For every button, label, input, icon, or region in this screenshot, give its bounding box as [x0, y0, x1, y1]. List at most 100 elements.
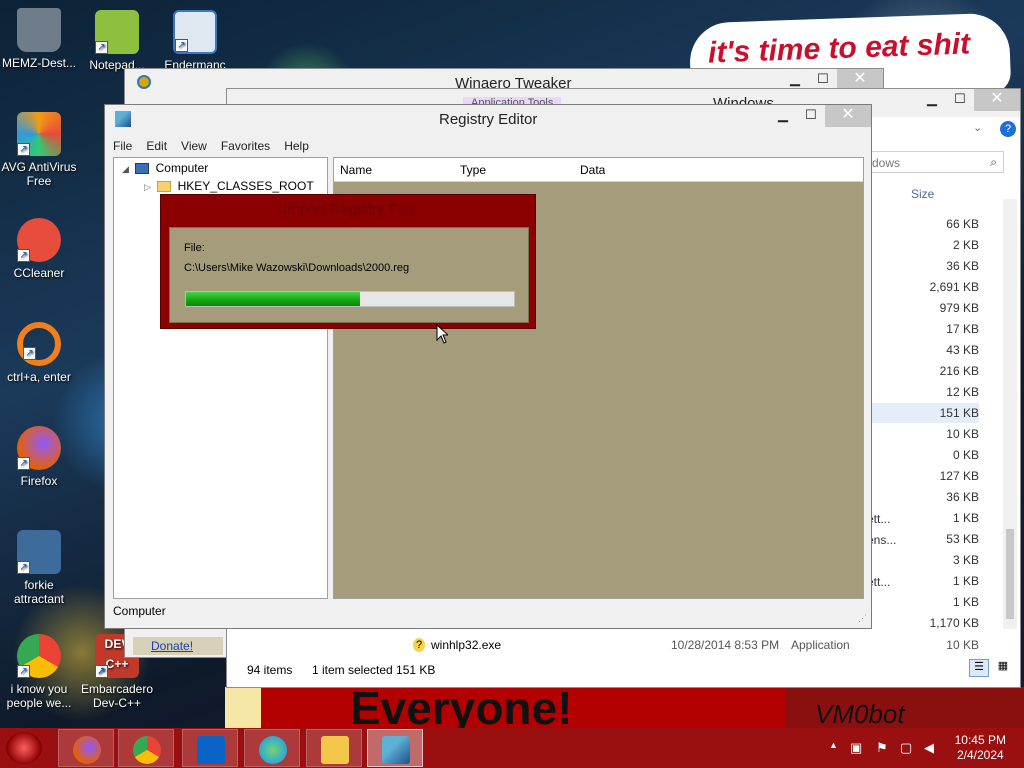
- desktop-icon-firefox[interactable]: ↗ Firefox: [0, 426, 78, 488]
- wallpaper-banner: Everyone! VM0bot: [225, 687, 1024, 730]
- folder-icon: [157, 181, 172, 193]
- file-name: winhlp32.exe: [431, 638, 502, 652]
- minimize-button[interactable]: ▁: [769, 105, 797, 127]
- search-icon: ⌕: [990, 155, 997, 169]
- desktop-icon-forkie[interactable]: ↗ forkie attractant: [0, 530, 78, 606]
- desktop-icon-label: forkie attractant: [13, 578, 65, 606]
- close-button[interactable]: ✕: [825, 105, 871, 127]
- resize-grip-icon[interactable]: ⋰: [858, 613, 867, 624]
- large-icons-view-icon[interactable]: ▦: [993, 659, 1013, 677]
- help-icon[interactable]: ?: [1000, 121, 1016, 137]
- avg-icon: ↗: [17, 112, 61, 156]
- minimize-button[interactable]: ▁: [918, 89, 946, 111]
- file-size-cell: 2,691 KB: [929, 280, 979, 294]
- desktop-icon-label: Firefox: [20, 474, 58, 488]
- desktop-icon-label: i know you people we...: [6, 682, 72, 710]
- show-hidden-icons-icon[interactable]: ▲: [829, 740, 838, 750]
- desktop-icon-ctrl-a-enter[interactable]: ↗ ctrl+a, enter: [0, 322, 78, 384]
- file-size-cell: 216 KB: [939, 364, 979, 378]
- expand-arrow-icon[interactable]: ◢: [122, 164, 129, 174]
- action-center-icon[interactable]: ▣: [850, 740, 862, 756]
- registry-editor-window[interactable]: Registry Editor ▁ ☐ ✕ File Edit View Fav…: [104, 104, 872, 629]
- column-header-type[interactable]: Type: [460, 163, 486, 177]
- taskbar-firefox[interactable]: [58, 729, 114, 767]
- volume-muted-icon[interactable]: ◀: [924, 740, 934, 756]
- tree-node-computer[interactable]: ◢ Computer: [122, 161, 208, 177]
- file-path: C:\Users\Mike Wazowski\Downloads\2000.re…: [184, 262, 410, 274]
- file-size-cell: 12 KB: [946, 385, 979, 399]
- desktop-icon-avg[interactable]: ↗ AVG AntiVirus Free: [0, 112, 78, 188]
- search-placeholder: dows: [872, 156, 901, 170]
- desktop-icon-chrome[interactable]: ↗ i know you people we...: [0, 634, 78, 710]
- maximize-button[interactable]: ☐: [797, 105, 825, 127]
- file-size-cell: 36 KB: [946, 259, 979, 273]
- taskbar-file-explorer[interactable]: [306, 729, 362, 767]
- menu-file[interactable]: File: [105, 137, 138, 157]
- menu-favorites[interactable]: Favorites: [213, 137, 276, 157]
- flag-icon[interactable]: ⚑: [876, 740, 888, 756]
- column-header-name[interactable]: Name: [340, 163, 372, 177]
- edge-icon: [259, 736, 287, 764]
- menu-edit[interactable]: Edit: [138, 137, 173, 157]
- folder-icon: [321, 736, 349, 764]
- regedit-statusbar: Computer: [113, 604, 166, 618]
- donate-link[interactable]: Donate!: [137, 639, 193, 653]
- taskbar-outlook[interactable]: [182, 729, 238, 767]
- notepad-icon: ↗: [95, 10, 139, 54]
- desktop-icon-endermanc[interactable]: ↗ Endermanc: [156, 10, 234, 72]
- file-label: File:: [184, 242, 205, 254]
- collapse-arrow-icon[interactable]: ▷: [144, 182, 151, 192]
- menu-view[interactable]: View: [173, 137, 213, 157]
- chevron-down-icon[interactable]: ⌄: [973, 121, 982, 134]
- file-size-cell: 10 KB: [946, 427, 979, 441]
- gear-icon: ↗: [17, 530, 61, 574]
- clock-time: 10:45 PM: [954, 733, 1006, 747]
- details-view-icon[interactable]: ☰: [969, 659, 989, 677]
- file-size-cell: 3 KB: [952, 553, 979, 567]
- import-progress-bar: [185, 291, 515, 307]
- tree-node-label: Computer: [155, 161, 209, 175]
- taskbar-edge[interactable]: [244, 729, 300, 767]
- desktop-icon-label: CCleaner: [13, 266, 65, 280]
- close-button[interactable]: ✕: [974, 89, 1020, 111]
- vertical-scrollbar[interactable]: [1003, 199, 1017, 629]
- clock-date: 2/4/2024: [956, 748, 1004, 762]
- regedit-titlebar[interactable]: Registry Editor ▁ ☐ ✕: [105, 105, 871, 135]
- taskbar-chrome[interactable]: [118, 729, 174, 767]
- file-date: 10/28/2014 8:53 PM: [671, 638, 780, 652]
- file-size-cell: 2 KB: [952, 238, 979, 252]
- network-icon[interactable]: ▢: [900, 740, 912, 756]
- file-size-cell: 1,170 KB: [929, 616, 979, 630]
- scrollbar-thumb[interactable]: [1006, 529, 1014, 619]
- column-header-size[interactable]: Size: [911, 187, 934, 201]
- desktop-icon-ccleaner[interactable]: ↗ CCleaner: [0, 218, 78, 280]
- taskbar-registry-editor[interactable]: [367, 729, 423, 767]
- file-row-winhlp32[interactable]: ? winhlp32.exe 10/28/2014 8:53 PM Applic…: [227, 629, 1003, 659]
- maximize-button[interactable]: ☐: [946, 89, 974, 111]
- regedit-menubar: File Edit View Favorites Help: [105, 137, 315, 157]
- ccleaner-icon: ↗: [17, 218, 61, 262]
- file-size-cell: 66 KB: [946, 217, 979, 231]
- desktop-icon-notepad[interactable]: ↗ Notepad...: [78, 10, 156, 72]
- computer-icon: [135, 163, 150, 175]
- status-item-count: 94 items: [247, 663, 293, 677]
- start-button[interactable]: [6, 732, 42, 764]
- wallpaper-banner-right-text: VM0bot: [815, 699, 905, 729]
- winaero-app-icon: [137, 75, 151, 89]
- regedit-icon: [382, 736, 410, 764]
- help-file-icon: ?: [413, 638, 425, 652]
- document-icon: ↗: [173, 10, 217, 54]
- import-registry-dialog[interactable]: Import Registry File File: C:\Users\Mike…: [160, 194, 536, 329]
- desktop-icon-label: ctrl+a, enter: [7, 370, 71, 384]
- file-size-cell: 43 KB: [946, 343, 979, 357]
- firefox-icon: ↗: [17, 426, 61, 470]
- column-header-data[interactable]: Data: [580, 163, 605, 177]
- taskbar-clock[interactable]: 10:45 PM 2/4/2024: [955, 733, 1006, 763]
- progress-fill: [186, 292, 360, 306]
- dialog-title: Import Registry File: [282, 201, 414, 218]
- file-type: Application: [791, 638, 850, 652]
- menu-help[interactable]: Help: [276, 137, 315, 157]
- desktop-icon-memz[interactable]: MEMZ-Dest...: [0, 8, 78, 70]
- tree-node-hkcr[interactable]: ▷ HKEY_CLASSES_ROOT: [144, 179, 314, 195]
- explorer-search-input[interactable]: dows ⌕: [867, 151, 1004, 173]
